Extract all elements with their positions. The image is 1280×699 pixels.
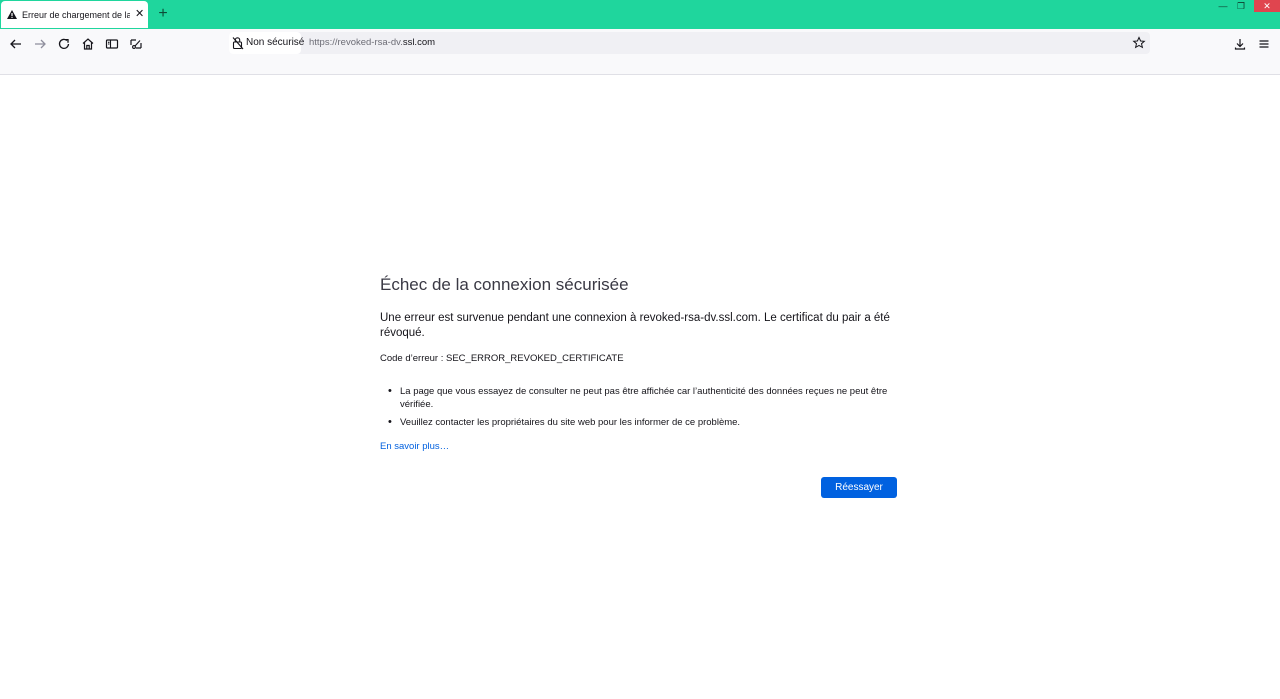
download-icon	[1234, 39, 1246, 50]
back-button[interactable]	[7, 35, 25, 53]
minimize-button[interactable]: —	[1214, 0, 1232, 12]
url-bar[interactable]: Non sécurisé https://revoked-rsa-dv.ssl.…	[229, 32, 1150, 54]
downloads-button[interactable]	[1231, 35, 1249, 53]
maximize-button[interactable]: ❐	[1232, 0, 1250, 12]
tab-close-icon[interactable]: ✕	[135, 8, 144, 20]
tab-bar: Erreur de chargement de la page ✕ + — ❐ …	[0, 0, 1280, 29]
sidebar-button[interactable]	[103, 35, 121, 53]
url-domain: ssl.com	[402, 37, 436, 48]
forward-button[interactable]	[31, 35, 49, 53]
bookmark-star-icon[interactable]	[1132, 35, 1146, 51]
tab-title: Erreur de chargement de la page	[22, 10, 130, 20]
screenshot-button[interactable]	[127, 35, 145, 53]
home-button[interactable]	[79, 35, 97, 53]
site-security-chip[interactable]: Non sécurisé	[229, 32, 305, 54]
warning-icon	[7, 10, 17, 19]
error-details-list: La page que vous essayez de consulter ne…	[388, 385, 893, 434]
url-text[interactable]: https://revoked-rsa-dv.ssl.com	[309, 36, 435, 50]
arrow-left-icon	[10, 39, 21, 49]
reload-icon	[58, 38, 70, 49]
reload-button[interactable]	[55, 35, 73, 53]
error-title: Échec de la connexion sécurisée	[380, 275, 629, 294]
screenshot-icon	[130, 39, 142, 49]
tab-active[interactable]: Erreur de chargement de la page ✕	[1, 1, 148, 28]
sidebar-icon	[105, 39, 119, 49]
list-item: La page que vous essayez de consulter ne…	[388, 385, 893, 411]
error-description: Une erreur est survenue pendant une conn…	[380, 312, 890, 339]
error-code: Code d’erreur : SEC_ERROR_REVOKED_CERTIF…	[380, 353, 624, 364]
security-label: Non sécurisé	[246, 37, 305, 48]
arrow-right-icon	[35, 39, 46, 49]
new-tab-button[interactable]: +	[156, 6, 170, 22]
insecure-lock-icon	[232, 37, 244, 50]
list-item: Veuillez contacter les propriétaires du …	[388, 416, 893, 429]
hamburger-menu-icon	[1259, 40, 1269, 48]
url-prefix: https://revoked-rsa-dv.	[309, 37, 403, 48]
close-window-button[interactable]: ✕	[1254, 0, 1280, 12]
learn-more-link[interactable]: En savoir plus…	[380, 440, 449, 453]
home-icon	[82, 38, 94, 50]
menu-button[interactable]	[1255, 35, 1273, 53]
retry-button[interactable]: Réessayer	[821, 477, 897, 498]
navigation-toolbar: Non sécurisé https://revoked-rsa-dv.ssl.…	[0, 29, 1280, 75]
